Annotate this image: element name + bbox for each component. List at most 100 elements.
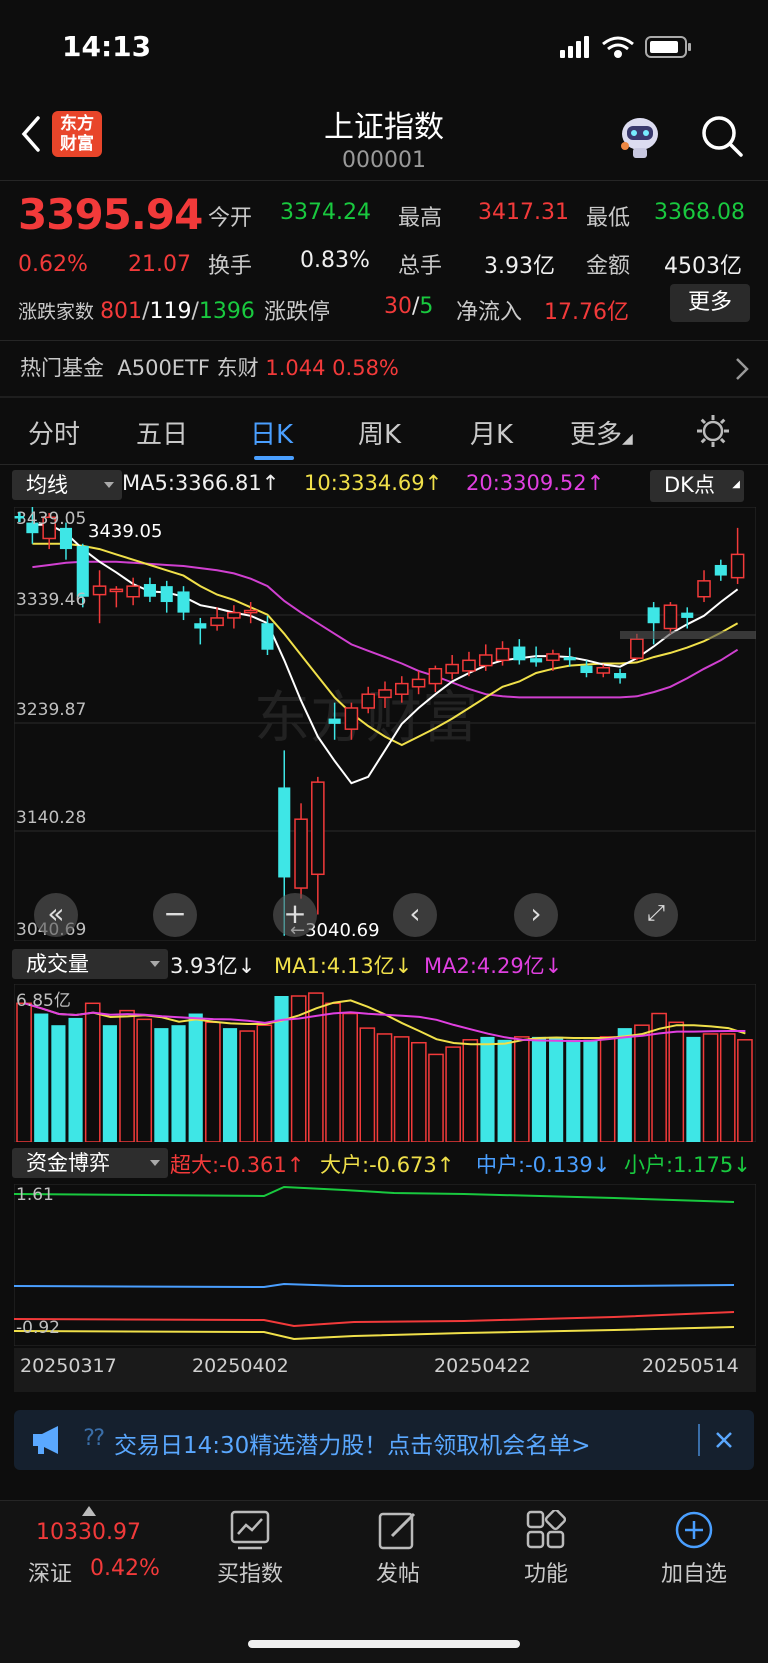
candle-body [344, 707, 359, 730]
high-label: 最高 [398, 206, 443, 231]
candle-body [596, 666, 611, 674]
fund-flow-selector[interactable]: 资金博弈 [12, 1148, 168, 1178]
candle-body [261, 623, 274, 650]
nav-functions[interactable]: 功能 [486, 1556, 606, 1588]
candle-body [563, 657, 576, 661]
volume-bar [686, 1036, 701, 1142]
volume-bar [702, 1033, 719, 1142]
change-value: 21.07 [128, 252, 191, 277]
volume-bar [513, 1036, 530, 1142]
tab-intraday[interactable]: 分时 [28, 414, 80, 451]
high-mark-label: 3439.05 [88, 521, 163, 542]
status-time: 14:13 [62, 30, 152, 63]
date-label-3: 20250422 [434, 1355, 531, 1377]
settings-gear-icon[interactable] [694, 412, 732, 450]
amount-value: 4503亿 [664, 254, 742, 279]
ma-selector[interactable]: 均线 [12, 470, 122, 500]
candle-body [630, 638, 644, 659]
volume-label: 总手 [398, 254, 443, 279]
functions-grid-icon[interactable] [526, 1510, 566, 1550]
signal-icon [560, 36, 589, 58]
szse-index-name[interactable]: 深证 [28, 1556, 72, 1588]
candle-body [378, 689, 392, 699]
scroll-left-button[interactable]: ‹ [393, 893, 437, 937]
fullscreen-icon[interactable]: ⤢ [634, 893, 678, 937]
zoom-out-button[interactable]: − [153, 893, 197, 937]
volume-chart[interactable] [14, 984, 756, 1142]
szse-index-value[interactable]: 10330.97 [36, 1520, 141, 1545]
post-edit-icon[interactable] [378, 1510, 418, 1550]
candle-body [109, 588, 124, 593]
tab-weekly-k[interactable]: 周K [358, 414, 401, 451]
volume-legend: 3.93亿↓ [170, 954, 256, 978]
volume-bar [136, 1018, 153, 1142]
battery-icon [645, 36, 691, 58]
megaphone-icon [33, 1426, 58, 1454]
super-flow-line [14, 1311, 735, 1328]
open-value: 3374.24 [280, 200, 371, 225]
y-axis-label-1: 3339.46 [16, 590, 87, 610]
ma20-legend: 20:3309.52↑ [466, 471, 605, 495]
candle-body [681, 612, 694, 618]
volume-bar [531, 1036, 547, 1142]
volume-selector[interactable]: 成交量 [12, 949, 168, 979]
tab-more[interactable]: 更多◢ [570, 414, 633, 451]
netflow-value: 17.76亿 [544, 300, 629, 325]
scroll-far-left-button[interactable]: « [34, 893, 78, 937]
date-label-1: 20250317 [20, 1355, 117, 1377]
volume-bar [342, 1012, 359, 1142]
candle-body [478, 654, 493, 667]
nav-add-watchlist[interactable]: 加自选 [634, 1556, 754, 1588]
candle-body [160, 586, 173, 603]
fund-flow-chart[interactable] [14, 1184, 756, 1346]
volume-bar [668, 1021, 685, 1142]
add-watchlist-icon[interactable] [674, 1510, 714, 1550]
assistant-robot-icon[interactable] [615, 112, 665, 160]
candle-body [394, 682, 409, 695]
volume-bar [599, 1036, 616, 1142]
szse-index-pct[interactable]: 0.42% [90, 1556, 160, 1581]
volume-bar [583, 1039, 598, 1142]
volume-bar [410, 1041, 427, 1142]
nav-post[interactable]: 发帖 [338, 1556, 458, 1588]
medium-legend: 中户:-0.139↓ [476, 1153, 611, 1177]
search-icon[interactable] [700, 114, 744, 158]
large-legend: 大户:-0.673↑ [320, 1153, 455, 1177]
volume-bar [84, 1002, 101, 1142]
volume-bar [34, 1013, 49, 1142]
banner-divider [698, 1424, 700, 1456]
high-value: 3417.31 [478, 200, 569, 225]
tab-monthly-k[interactable]: 月K [470, 414, 513, 451]
zoom-in-button[interactable]: + [273, 893, 317, 937]
dk-point-button[interactable]: DK点 ◢ [650, 470, 744, 502]
volume-bar [445, 1046, 461, 1142]
chevron-right-icon [736, 358, 749, 380]
low-label: 最低 [586, 206, 631, 231]
volume-bar [239, 1030, 256, 1142]
candle-body [311, 781, 325, 876]
nav-buy-index[interactable]: 买指数 [190, 1556, 310, 1588]
tab-daily-k[interactable]: 日K [250, 414, 293, 451]
candle-body [227, 611, 241, 619]
kline-chart[interactable]: 东方财富 [14, 507, 756, 941]
promo-banner-text[interactable]: 交易日14:30精选潜力股！点击领取机会名单> [114, 1426, 591, 1460]
turnover-label: 换手 [208, 254, 253, 279]
hot-fund-label: 热门基金 [20, 356, 104, 380]
candle-body [730, 553, 745, 579]
hot-fund-row[interactable]: 热门基金 A500ETF 东财 1.044 0.58% [20, 352, 399, 382]
volume-bar [119, 1009, 135, 1142]
candle-body [647, 607, 660, 624]
crosshair-dot-icon: ✚ [14, 511, 25, 526]
close-icon[interactable] [714, 1430, 734, 1450]
candle-body [328, 718, 341, 724]
volume-bar [719, 1033, 736, 1142]
buy-index-icon[interactable] [230, 1510, 270, 1550]
scroll-right-button[interactable]: › [514, 893, 558, 937]
candle-body [428, 668, 443, 685]
candle-body [462, 659, 476, 672]
volume-value: 3.93亿 [484, 254, 555, 279]
tab-five-day[interactable]: 五日 [136, 414, 188, 451]
candle-body [143, 584, 156, 597]
more-button[interactable]: 更多 [670, 284, 750, 322]
breadth-flat: 119 [149, 299, 192, 324]
